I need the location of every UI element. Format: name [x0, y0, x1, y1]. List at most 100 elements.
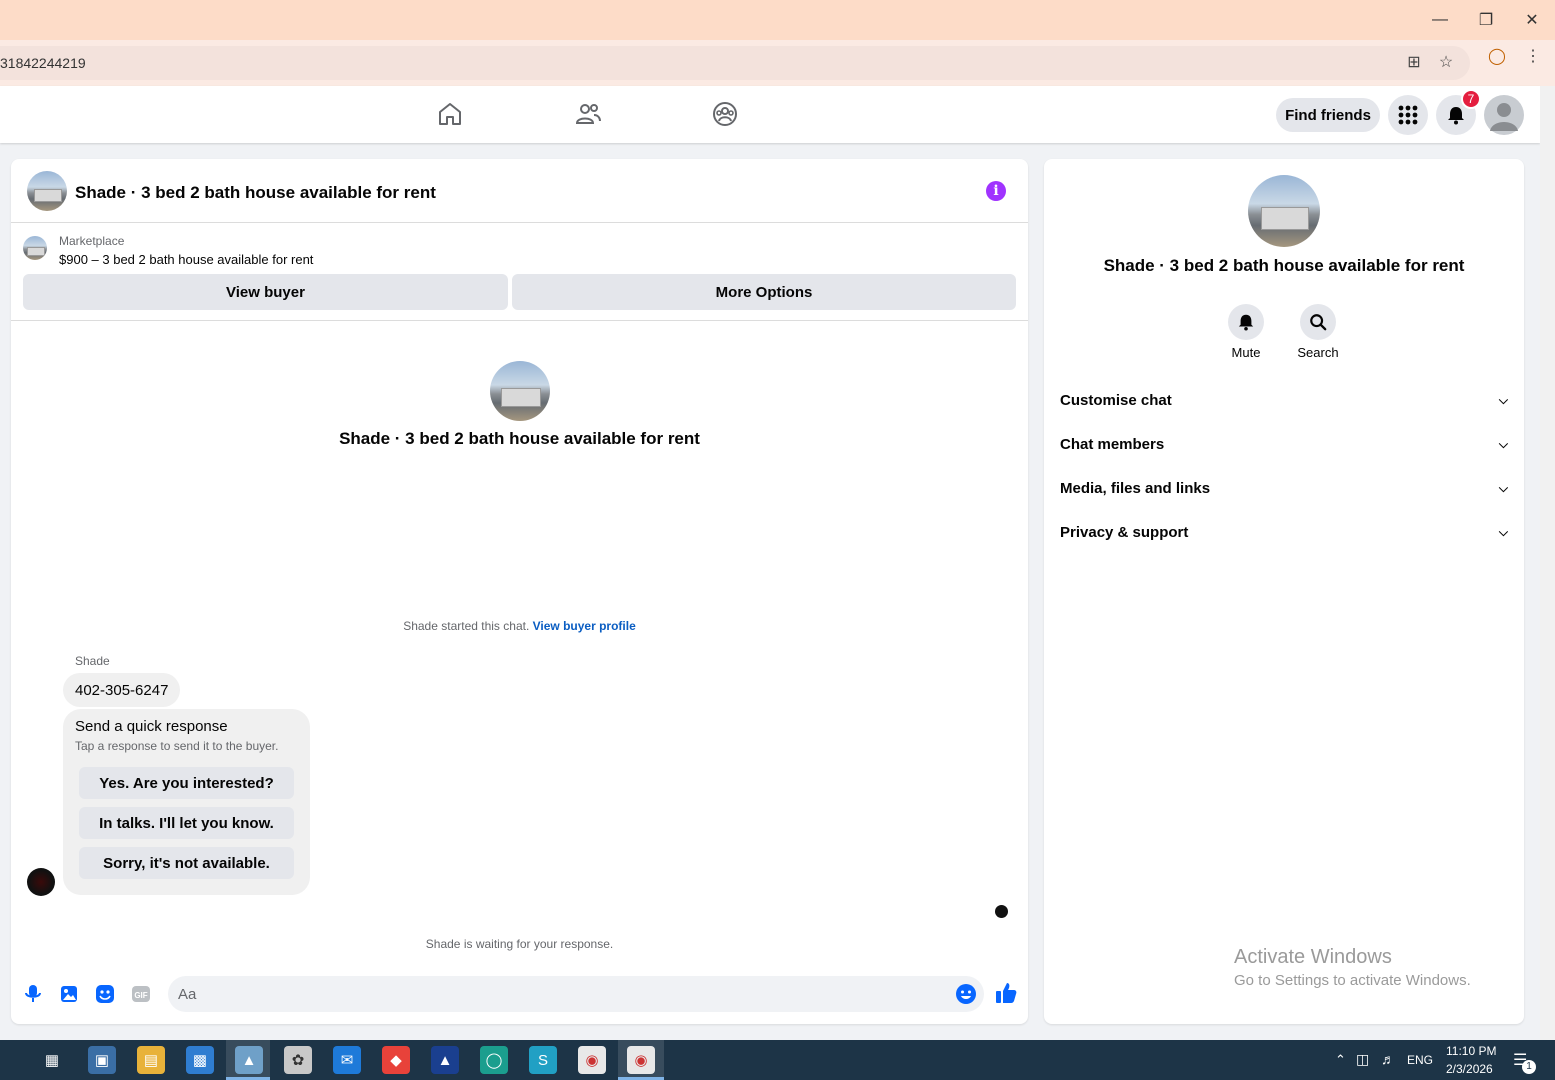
browser-menu-icon[interactable]: ⋮	[1524, 48, 1542, 66]
chat-title[interactable]: Shade · 3 bed 2 bath house available for…	[75, 183, 436, 203]
mute-label: Mute	[1231, 345, 1261, 360]
activate-windows-watermark: Activate Windows Go to Settings to activ…	[1234, 946, 1471, 989]
media-files-links-section[interactable]: Media, files and links ⌵	[1060, 476, 1508, 500]
anydesk-icon[interactable]: ◆	[382, 1046, 410, 1074]
chevron-down-icon: ⌵	[1498, 524, 1508, 539]
image-viewer-icon[interactable]: ▲	[235, 1046, 263, 1074]
listing-photo	[490, 361, 550, 421]
section-label: Chat members	[1060, 435, 1165, 453]
url-text[interactable]: 31842244219	[0, 55, 86, 71]
chrome-active-icon[interactable]: ◉	[627, 1046, 655, 1074]
quick-response-subtitle: Tap a response to send it to the buyer.	[75, 739, 279, 753]
chat-started-notice: Shade started this chat. View buyer prof…	[11, 619, 1028, 633]
sender-avatar[interactable]	[27, 868, 55, 896]
quick-response-option[interactable]: Sorry, it's not available.	[79, 847, 294, 879]
message-composer[interactable]	[168, 976, 984, 1012]
bell-icon	[1448, 107, 1464, 125]
info-icon[interactable]: i	[986, 181, 1006, 201]
message-bubble[interactable]: 402-305-6247	[63, 673, 181, 707]
friends-icon[interactable]	[574, 100, 602, 128]
watermark-line-2: Go to Settings to activate Windows.	[1234, 972, 1471, 989]
find-friends-button[interactable]: Find friends	[1276, 98, 1380, 132]
minimize-button[interactable]: —	[1417, 0, 1463, 40]
tray-expand-icon[interactable]: ⌃	[1335, 1052, 1346, 1068]
customise-chat-section[interactable]: Customise chat ⌵	[1060, 388, 1508, 412]
quick-response-option[interactable]: In talks. I'll let you know.	[79, 807, 294, 839]
section-label: Media, files and links	[1060, 479, 1211, 497]
groups-icon[interactable]	[711, 100, 739, 128]
store-icon[interactable]: ▩	[186, 1046, 214, 1074]
account-avatar[interactable]	[1484, 95, 1524, 135]
chevron-down-icon: ⌵	[1498, 480, 1508, 495]
started-text: Shade started this chat.	[403, 619, 530, 633]
profile-icon[interactable]: ◯	[1488, 48, 1506, 66]
notification-badge: 7	[1461, 89, 1481, 109]
file-explorer-icon[interactable]: ▤	[137, 1046, 165, 1074]
chat-members-section[interactable]: Chat members ⌵	[1060, 432, 1508, 456]
install-app-icon[interactable]: ⊞	[1405, 54, 1423, 72]
search-label: Search	[1297, 345, 1339, 360]
thumbs-up-icon[interactable]	[994, 981, 1018, 1005]
restore-button[interactable]: ❐	[1463, 0, 1509, 40]
task-view-icon[interactable]: ▦	[38, 1046, 66, 1074]
emoji-icon[interactable]	[955, 983, 977, 1005]
bell-icon	[1238, 314, 1254, 331]
facebook-header: Find friends	[0, 86, 1540, 143]
quick-response-option[interactable]: Yes. Are you interested?	[79, 767, 294, 799]
message-input[interactable]	[178, 976, 938, 1012]
clock-time[interactable]: 11:10 PM	[1446, 1044, 1496, 1058]
marketplace-label: Marketplace	[59, 234, 125, 248]
svg-text:GIF: GIF	[134, 991, 147, 1000]
search-button[interactable]	[1300, 304, 1336, 340]
microphone-icon[interactable]	[22, 983, 44, 1005]
action-center-badge: 1	[1522, 1060, 1536, 1074]
page-scrollbar[interactable]	[1540, 86, 1555, 1040]
avatar-silhouette-icon	[1490, 103, 1518, 131]
section-label: Privacy & support	[1060, 523, 1189, 541]
privacy-support-section[interactable]: Privacy & support ⌵	[1060, 520, 1508, 544]
address-bar-row: 31842244219 ⊞ ☆ ◯ ⋮	[0, 40, 1555, 86]
marketplace-thumbnail	[23, 236, 47, 260]
app-icon[interactable]: ✿	[284, 1046, 312, 1074]
waiting-notice: Shade is waiting for your response.	[425, 937, 614, 951]
address-bar[interactable]: 31842244219 ⊞ ☆	[0, 46, 1470, 80]
sticker-icon[interactable]	[94, 983, 116, 1005]
section-label: Customise chat	[1060, 391, 1172, 409]
watermark-line-1: Activate Windows	[1234, 946, 1392, 968]
browser-titlebar: — ❐ ✕	[0, 0, 1555, 40]
sender-name: Shade	[75, 654, 110, 668]
this-pc-icon[interactable]: ▣	[88, 1046, 116, 1074]
mail-icon[interactable]: ✉	[333, 1046, 361, 1074]
chevron-down-icon: ⌵	[1498, 436, 1508, 451]
close-window-button[interactable]: ✕	[1509, 0, 1555, 40]
clock-date[interactable]: 2/3/2026	[1446, 1062, 1493, 1076]
divider	[11, 320, 1028, 321]
home-icon[interactable]	[436, 100, 464, 128]
vpn-icon[interactable]: ▲	[431, 1046, 459, 1074]
chat-panel: Shade · 3 bed 2 bath house available for…	[11, 159, 1028, 1024]
view-buyer-profile-link[interactable]: View buyer profile	[533, 619, 636, 633]
marketplace-item-title[interactable]: $900 – 3 bed 2 bath house available for …	[59, 252, 313, 267]
mute-button[interactable]	[1228, 304, 1264, 340]
chrome-icon[interactable]: ◉	[578, 1046, 606, 1074]
more-options-button[interactable]: More Options	[512, 274, 1016, 310]
bookmark-star-icon[interactable]: ☆	[1437, 54, 1455, 72]
view-buyer-button[interactable]: View buyer	[23, 274, 508, 310]
menu-grid-button[interactable]	[1388, 95, 1428, 135]
language-indicator[interactable]: ENG	[1407, 1053, 1433, 1067]
chat-header: Shade · 3 bed 2 bath house available for…	[11, 159, 1028, 223]
quick-response-card: Send a quick response Tap a response to …	[63, 709, 310, 895]
network-icon[interactable]: ◫	[1356, 1051, 1369, 1068]
listing-avatar[interactable]	[27, 171, 67, 211]
side-panel-title: Shade · 3 bed 2 bath house available for…	[1103, 256, 1465, 275]
gif-icon[interactable]: GIF	[130, 983, 152, 1005]
volume-icon[interactable]: ♬	[1381, 1051, 1395, 1067]
listing-photo-large	[1248, 175, 1320, 247]
seen-indicator	[995, 905, 1008, 918]
app-s-icon[interactable]: S	[529, 1046, 557, 1074]
edge-icon[interactable]: ◯	[480, 1046, 508, 1074]
chevron-down-icon: ⌵	[1498, 392, 1508, 407]
search-icon	[1310, 314, 1327, 331]
chat-info-panel: Shade · 3 bed 2 bath house available for…	[1044, 159, 1524, 1024]
photo-icon[interactable]	[58, 983, 80, 1005]
